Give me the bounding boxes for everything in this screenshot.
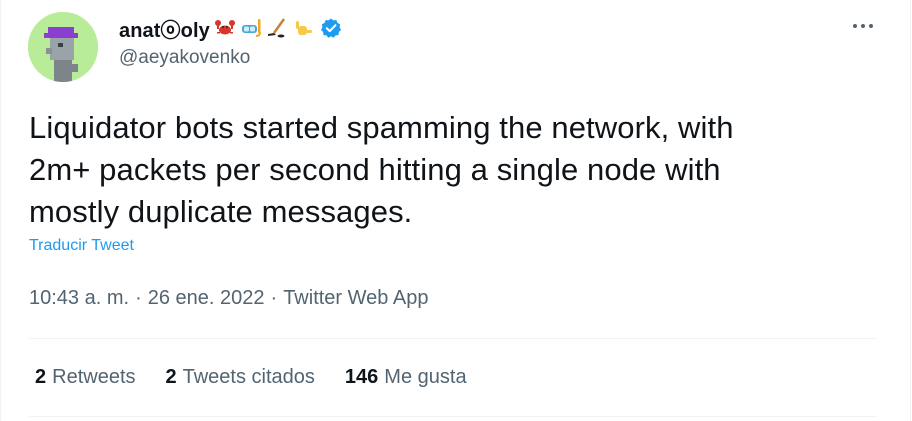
meta-separator: ·	[135, 287, 142, 309]
likes-label: Me gusta	[384, 366, 467, 388]
meta-separator: ·	[270, 287, 278, 309]
tweet-meta: 10:43 a. m. · 26 ene. 2022 · Twitter Web…	[29, 287, 428, 310]
more-options-button[interactable]	[847, 14, 879, 38]
avatar[interactable]	[28, 12, 98, 82]
quote-tweets-label: Tweets citados	[182, 366, 315, 388]
diving-mask-emoji-icon	[240, 17, 262, 39]
retweets-stat[interactable]: 2 Retweets	[35, 366, 136, 389]
tweet-stats: 2 Retweets 2 Tweets citados 146 Me gusta	[35, 366, 497, 389]
verified-badge-icon	[320, 17, 342, 39]
author-handle[interactable]: @aeyakovenko	[119, 47, 250, 69]
divider	[29, 338, 877, 339]
tweet-date[interactable]: 26 ene. 2022	[148, 287, 265, 310]
tweet-time[interactable]: 10:43 a. m.	[29, 287, 129, 310]
call-me-hand-emoji-icon	[292, 17, 314, 39]
avatar-image	[28, 12, 98, 82]
tweet-text-line: 2m+ packets per second hitting a single …	[29, 152, 721, 187]
likes-count: 146	[344, 366, 379, 388]
retweets-label: Retweets	[52, 366, 136, 388]
retweets-count: 2	[35, 366, 47, 388]
translate-tweet-link[interactable]: Traducir Tweet	[29, 237, 134, 255]
tweet-source[interactable]: Twitter Web App	[283, 287, 428, 310]
tweet-text-line: Liquidator bots started spamming the net…	[29, 110, 734, 145]
more-dots-icon	[853, 24, 873, 28]
author-name-row: anatⓞoly	[119, 14, 342, 42]
tweet-text: Liquidator bots started spamming the net…	[29, 107, 889, 233]
tweet-card: anatⓞoly @aeyakovenko Liquidator bots st…	[0, 0, 911, 421]
display-name[interactable]: anatⓞoly	[119, 14, 210, 43]
quote-tweets-count: 2	[165, 366, 177, 388]
likes-stat[interactable]: 146 Me gusta	[345, 366, 467, 389]
divider	[29, 416, 877, 417]
tweet-text-line: mostly duplicate messages.	[29, 194, 413, 229]
hockey-stick-emoji-icon	[266, 17, 288, 39]
quote-tweets-stat[interactable]: 2 Tweets citados	[166, 366, 315, 389]
crab-emoji-icon	[214, 17, 236, 39]
